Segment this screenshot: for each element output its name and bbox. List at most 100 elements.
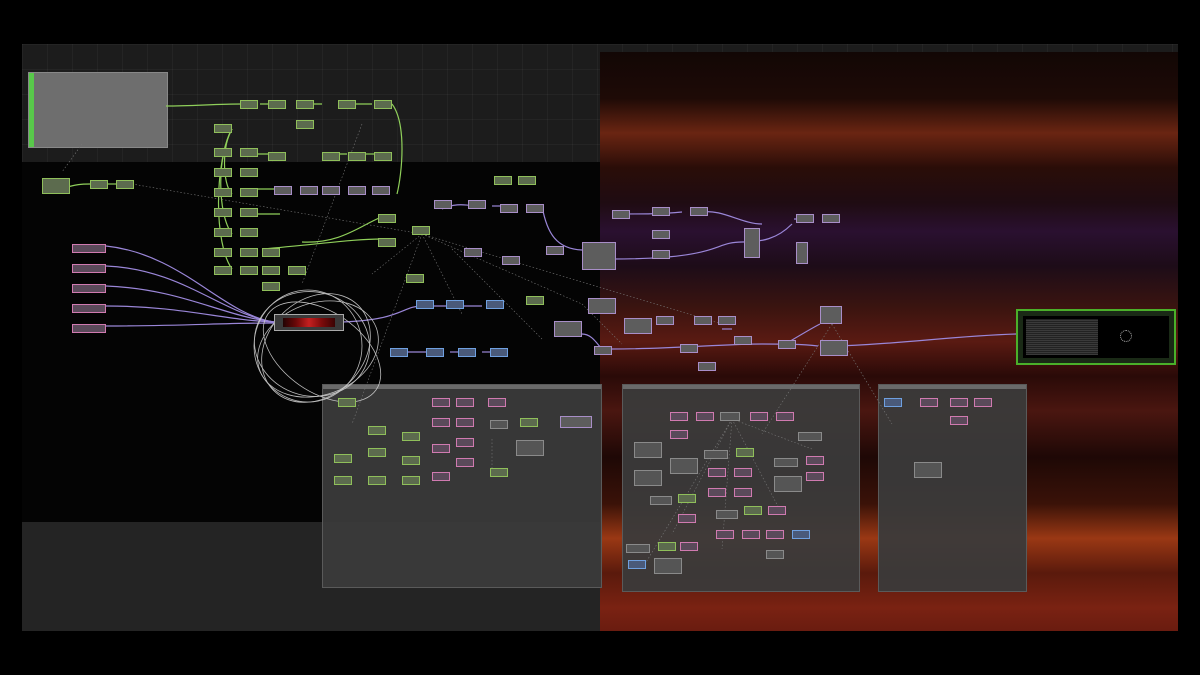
chop-node[interactable] <box>678 494 696 503</box>
top-node[interactable] <box>554 321 582 337</box>
dat-node[interactable] <box>670 430 688 439</box>
top-node[interactable] <box>348 186 366 195</box>
dat-node[interactable] <box>806 472 824 481</box>
top-node[interactable] <box>698 362 716 371</box>
top-node[interactable] <box>624 318 652 334</box>
chop-node[interactable] <box>268 100 286 109</box>
chop-node[interactable] <box>262 248 280 257</box>
dat-node[interactable] <box>488 398 506 407</box>
chop-node[interactable] <box>116 180 134 189</box>
chop-node[interactable] <box>412 226 430 235</box>
sop-node[interactable] <box>416 300 434 309</box>
dat-node[interactable] <box>626 544 650 553</box>
chop-node[interactable] <box>214 266 232 275</box>
chop-node[interactable] <box>334 454 352 463</box>
top-node[interactable] <box>560 416 592 428</box>
chop-node[interactable] <box>90 180 108 189</box>
top-node[interactable] <box>594 346 612 355</box>
dat-node[interactable] <box>432 398 450 407</box>
sop-node[interactable] <box>486 300 504 309</box>
dat-node[interactable] <box>750 412 768 421</box>
chop-node[interactable] <box>240 228 258 237</box>
chop-node[interactable] <box>262 282 280 291</box>
top-node[interactable] <box>796 242 808 264</box>
chop-node[interactable] <box>402 456 420 465</box>
chop-node[interactable] <box>368 426 386 435</box>
chop-node[interactable] <box>378 238 396 247</box>
chop-node[interactable] <box>368 476 386 485</box>
top-node[interactable] <box>372 186 390 195</box>
sop-node[interactable] <box>490 348 508 357</box>
chop-node[interactable] <box>214 124 232 133</box>
chop-node[interactable] <box>214 168 232 177</box>
dat-node[interactable] <box>432 418 450 427</box>
dat-node[interactable] <box>742 530 760 539</box>
top-node[interactable] <box>654 558 682 574</box>
top-node[interactable] <box>464 248 482 257</box>
chop-node[interactable] <box>214 188 232 197</box>
top-node[interactable] <box>656 316 674 325</box>
chop-node[interactable] <box>240 266 258 275</box>
chop-node[interactable] <box>658 542 676 551</box>
dat-node[interactable] <box>696 412 714 421</box>
top-node[interactable] <box>744 228 760 258</box>
hub-node[interactable] <box>720 412 740 421</box>
dat-node[interactable] <box>432 444 450 453</box>
chop-node[interactable] <box>520 418 538 427</box>
dat-node[interactable] <box>670 412 688 421</box>
chop-node[interactable] <box>374 152 392 161</box>
dat-node[interactable] <box>776 412 794 421</box>
chop-node[interactable] <box>494 176 512 185</box>
chop-node[interactable] <box>526 296 544 305</box>
top-node[interactable] <box>322 186 340 195</box>
sop-node[interactable] <box>390 348 408 357</box>
dat-node[interactable] <box>766 550 784 559</box>
top-node[interactable] <box>434 200 452 209</box>
chop-node[interactable] <box>214 148 232 157</box>
chop-node[interactable] <box>214 228 232 237</box>
top-node[interactable] <box>652 207 670 216</box>
chop-node[interactable] <box>518 176 536 185</box>
ramp-top-node[interactable] <box>274 314 344 331</box>
sop-node[interactable] <box>446 300 464 309</box>
sop-node[interactable] <box>628 560 646 569</box>
dat-node[interactable] <box>734 488 752 497</box>
chop-node[interactable] <box>240 168 258 177</box>
chop-node[interactable] <box>490 468 508 477</box>
network-editor[interactable] <box>22 44 1178 631</box>
chop-node[interactable] <box>322 152 340 161</box>
chop-node[interactable] <box>402 432 420 441</box>
top-node[interactable] <box>796 214 814 223</box>
chop-node[interactable] <box>288 266 306 275</box>
output-top-node[interactable] <box>1016 309 1176 365</box>
chop-node[interactable] <box>240 100 258 109</box>
dat-node[interactable] <box>920 398 938 407</box>
top-node[interactable] <box>274 186 292 195</box>
chop-node[interactable] <box>268 152 286 161</box>
top-node[interactable] <box>778 340 796 349</box>
top-node[interactable] <box>612 210 630 219</box>
top-node[interactable] <box>634 470 662 486</box>
dat-node[interactable] <box>72 304 106 313</box>
chop-node[interactable] <box>296 120 314 129</box>
chop-node[interactable] <box>240 148 258 157</box>
dat-node[interactable] <box>974 398 992 407</box>
top-node[interactable] <box>670 458 698 474</box>
chop-node[interactable] <box>240 208 258 217</box>
top-node[interactable] <box>822 214 840 223</box>
top-node[interactable] <box>546 246 564 255</box>
chop-node[interactable] <box>214 208 232 217</box>
top-node[interactable] <box>468 200 486 209</box>
sop-node[interactable] <box>884 398 902 407</box>
top-node[interactable] <box>516 440 544 456</box>
top-node[interactable] <box>690 207 708 216</box>
top-node[interactable] <box>774 476 802 492</box>
dat-node[interactable] <box>704 450 728 459</box>
chop-node[interactable] <box>214 248 232 257</box>
top-node[interactable] <box>300 186 318 195</box>
top-node[interactable] <box>820 306 842 324</box>
dat-node[interactable] <box>950 398 968 407</box>
dat-node[interactable] <box>456 458 474 467</box>
dat-node[interactable] <box>680 542 698 551</box>
chop-node[interactable] <box>262 266 280 275</box>
